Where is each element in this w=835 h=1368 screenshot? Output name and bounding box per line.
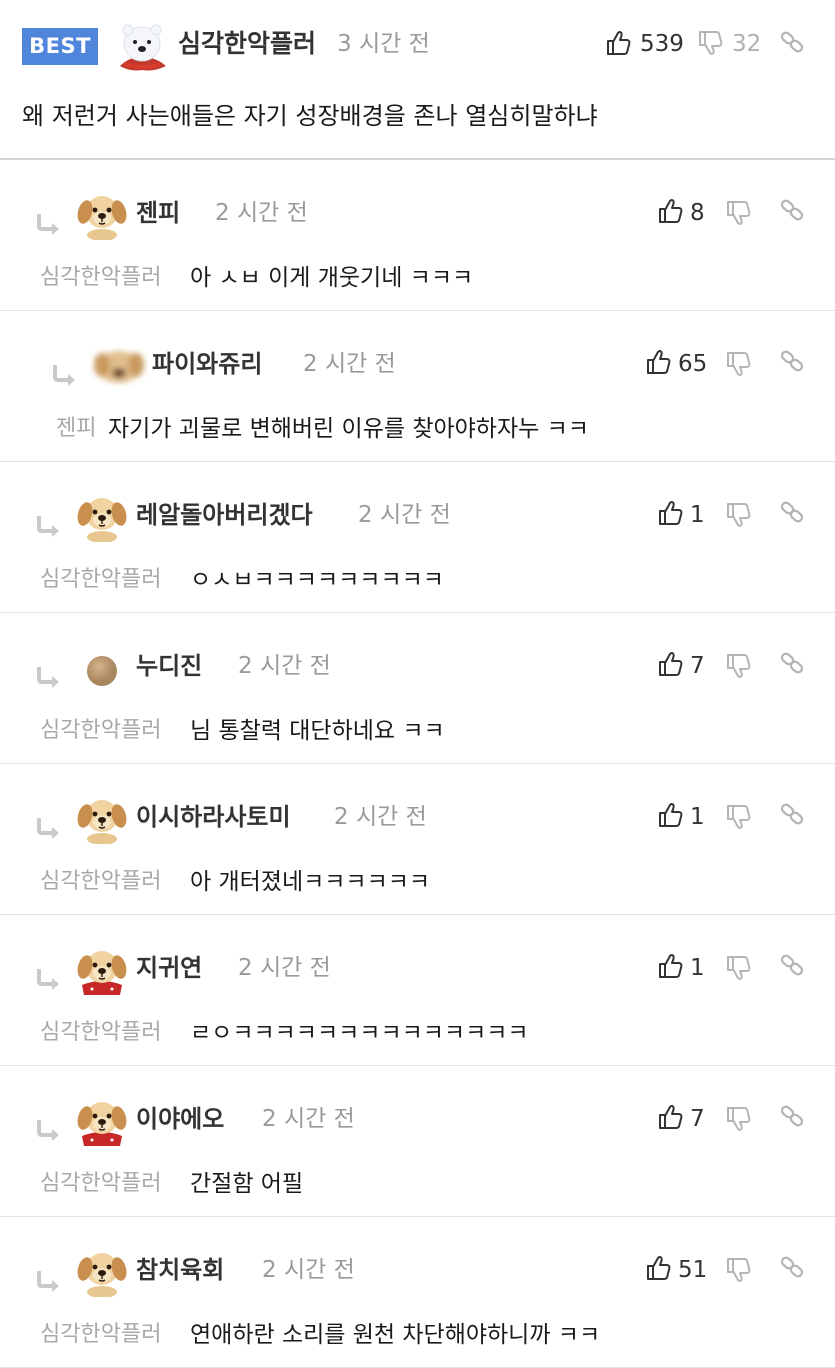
- reply-arrow-icon: [36, 969, 62, 993]
- avatar[interactable]: [76, 792, 128, 844]
- like-count: 51: [678, 1257, 708, 1283]
- thumbs-down-icon[interactable]: [726, 351, 752, 377]
- thumbs-up-icon[interactable]: [658, 500, 684, 526]
- timestamp: 2 시간 전: [238, 955, 331, 981]
- like-count: 7: [690, 653, 705, 679]
- like-count: 65: [678, 351, 708, 377]
- like-count: 1: [690, 502, 705, 528]
- link-icon[interactable]: [780, 651, 806, 677]
- thumbs-up-icon[interactable]: [658, 953, 684, 979]
- username[interactable]: 레알돌아버리겠다: [136, 496, 313, 534]
- timestamp: 2 시간 전: [215, 200, 308, 226]
- mention-username[interactable]: 젠피: [56, 411, 96, 447]
- username[interactable]: 누디진: [136, 647, 202, 685]
- thumbs-up-icon[interactable]: [658, 802, 684, 828]
- link-icon[interactable]: [780, 802, 806, 828]
- avatar[interactable]: [114, 18, 170, 74]
- reply-arrow-icon: [36, 667, 62, 691]
- link-icon[interactable]: [780, 198, 806, 224]
- timestamp: 2 시간 전: [238, 653, 331, 679]
- reply-comment: 참치육회 2 시간 전 51 심각한악플러 연애하란 소리를 원천 차단해야하니까 ㅋㅋ: [0, 1217, 835, 1368]
- thumbs-up-icon[interactable]: [646, 1255, 672, 1281]
- link-icon[interactable]: [780, 30, 806, 56]
- username[interactable]: 참치육회: [136, 1251, 224, 1289]
- reply-comment: 이야에오 2 시간 전 7 심각한악플러 간절함 어필: [0, 1066, 835, 1217]
- reply-comment: 누디진 2 시간 전 7 심각한악플러 님 통찰력 대단하네요 ㅋㅋ: [0, 613, 835, 764]
- link-icon[interactable]: [780, 953, 806, 979]
- comment-text: 연애하란 소리를 원천 차단해야하니까 ㅋㅋ: [190, 1322, 601, 1348]
- best-comment: BEST 심각한악플러 3 시간 전 539 32 왜 저런거 사는애들은 자기…: [0, 0, 835, 160]
- mention-username[interactable]: 심각한악플러: [40, 864, 161, 900]
- mention-username[interactable]: 심각한악플러: [40, 1166, 161, 1202]
- thumbs-down-icon[interactable]: [726, 955, 752, 981]
- username[interactable]: 젠피: [136, 194, 180, 232]
- thumbs-up-icon[interactable]: [606, 30, 632, 56]
- like-count: 1: [690, 955, 705, 981]
- comment-text: 아 ㅅㅂ 이게 개웃기네 ㅋㅋㅋ: [190, 265, 474, 291]
- timestamp: 2 시간 전: [262, 1257, 355, 1283]
- mention-username[interactable]: 심각한악플러: [40, 713, 161, 749]
- avatar[interactable]: [76, 1094, 128, 1146]
- comment-text: 왜 저런거 사는애들은 자기 성장배경을 존나 열심히말하냐: [22, 102, 598, 130]
- avatar[interactable]: [90, 339, 144, 391]
- thumbs-up-icon[interactable]: [658, 198, 684, 224]
- timestamp: 2 시간 전: [334, 804, 427, 830]
- dislike-count: 32: [732, 31, 762, 57]
- timestamp: 3 시간 전: [337, 31, 430, 57]
- username[interactable]: 심각한악플러: [178, 24, 316, 64]
- thumbs-down-icon[interactable]: [726, 502, 752, 528]
- reply-comment: 지귀연 2 시간 전 1 심각한악플러 ㄹㅇㅋㅋㅋㅋㅋㅋㅋㅋㅋㅋㅋㅋㅋㅋ: [0, 915, 835, 1066]
- thumbs-up-icon[interactable]: [646, 349, 672, 375]
- link-icon[interactable]: [780, 1104, 806, 1130]
- reply-arrow-icon: [36, 1271, 62, 1295]
- username[interactable]: 파이와쥬리: [152, 345, 262, 383]
- link-icon[interactable]: [780, 1255, 806, 1281]
- mention-username[interactable]: 심각한악플러: [40, 1317, 161, 1353]
- reply-comment: 젠피 2 시간 전 8 심각한악플러 아 ㅅㅂ 이게 개웃기네 ㅋㅋㅋ: [0, 160, 835, 311]
- comment-text: 아 개터졌네ㅋㅋㅋㅋㅋㅋ: [190, 869, 431, 895]
- link-icon[interactable]: [780, 349, 806, 375]
- thumbs-down-icon[interactable]: [726, 200, 752, 226]
- timestamp: 2 시간 전: [303, 351, 396, 377]
- avatar[interactable]: [76, 641, 128, 693]
- thumbs-up-icon[interactable]: [658, 1104, 684, 1130]
- avatar[interactable]: [76, 490, 128, 542]
- reply-comment: 파이와쥬리 2 시간 전 65 젠피 자기가 괴물로 변해버린 이유를 찾아야하자누 ㅋ…: [0, 311, 835, 462]
- link-icon[interactable]: [780, 500, 806, 526]
- reply-comment: 레알돌아버리겠다 2 시간 전 1 심각한악플러 ㅇㅅㅂㅋㅋㅋㅋㅋㅋㅋㅋㅋ: [0, 462, 835, 613]
- like-count: 539: [640, 31, 684, 57]
- reply-arrow-icon: [36, 214, 62, 238]
- like-count: 8: [690, 200, 705, 226]
- thumbs-up-icon[interactable]: [658, 651, 684, 677]
- mention-username[interactable]: 심각한악플러: [40, 1015, 161, 1051]
- reply-arrow-icon: [36, 516, 62, 540]
- username[interactable]: 이야에오: [136, 1100, 224, 1138]
- avatar[interactable]: [76, 943, 128, 995]
- comment-text: 간절함 어필: [190, 1171, 304, 1197]
- reply-arrow-icon: [52, 365, 78, 389]
- username[interactable]: 지귀연: [136, 949, 202, 987]
- best-badge: BEST: [22, 28, 98, 65]
- thumbs-down-icon[interactable]: [698, 30, 724, 56]
- comment-text: 님 통찰력 대단하네요 ㅋㅋ: [190, 718, 445, 744]
- like-count: 7: [690, 1106, 705, 1132]
- mention-username[interactable]: 심각한악플러: [40, 562, 161, 598]
- mention-username[interactable]: 심각한악플러: [40, 260, 161, 296]
- comment-text: ㄹㅇㅋㅋㅋㅋㅋㅋㅋㅋㅋㅋㅋㅋㅋㅋ: [190, 1020, 529, 1046]
- timestamp: 2 시간 전: [358, 502, 451, 528]
- username[interactable]: 이시하라사토미: [136, 798, 291, 836]
- timestamp: 2 시간 전: [262, 1106, 355, 1132]
- avatar[interactable]: [76, 188, 128, 240]
- comment-text: ㅇㅅㅂㅋㅋㅋㅋㅋㅋㅋㅋㅋ: [190, 567, 444, 593]
- thumbs-down-icon[interactable]: [726, 804, 752, 830]
- like-count: 1: [690, 804, 705, 830]
- thumbs-down-icon[interactable]: [726, 653, 752, 679]
- reply-arrow-icon: [36, 818, 62, 842]
- thumbs-down-icon[interactable]: [726, 1106, 752, 1132]
- thumbs-down-icon[interactable]: [726, 1257, 752, 1283]
- comment-text: 자기가 괴물로 변해버린 이유를 찾아야하자누 ㅋㅋ: [108, 416, 589, 442]
- reply-comment: 이시하라사토미 2 시간 전 1 심각한악플러 아 개터졌네ㅋㅋㅋㅋㅋㅋ: [0, 764, 835, 915]
- reply-arrow-icon: [36, 1120, 62, 1144]
- avatar[interactable]: [76, 1245, 128, 1297]
